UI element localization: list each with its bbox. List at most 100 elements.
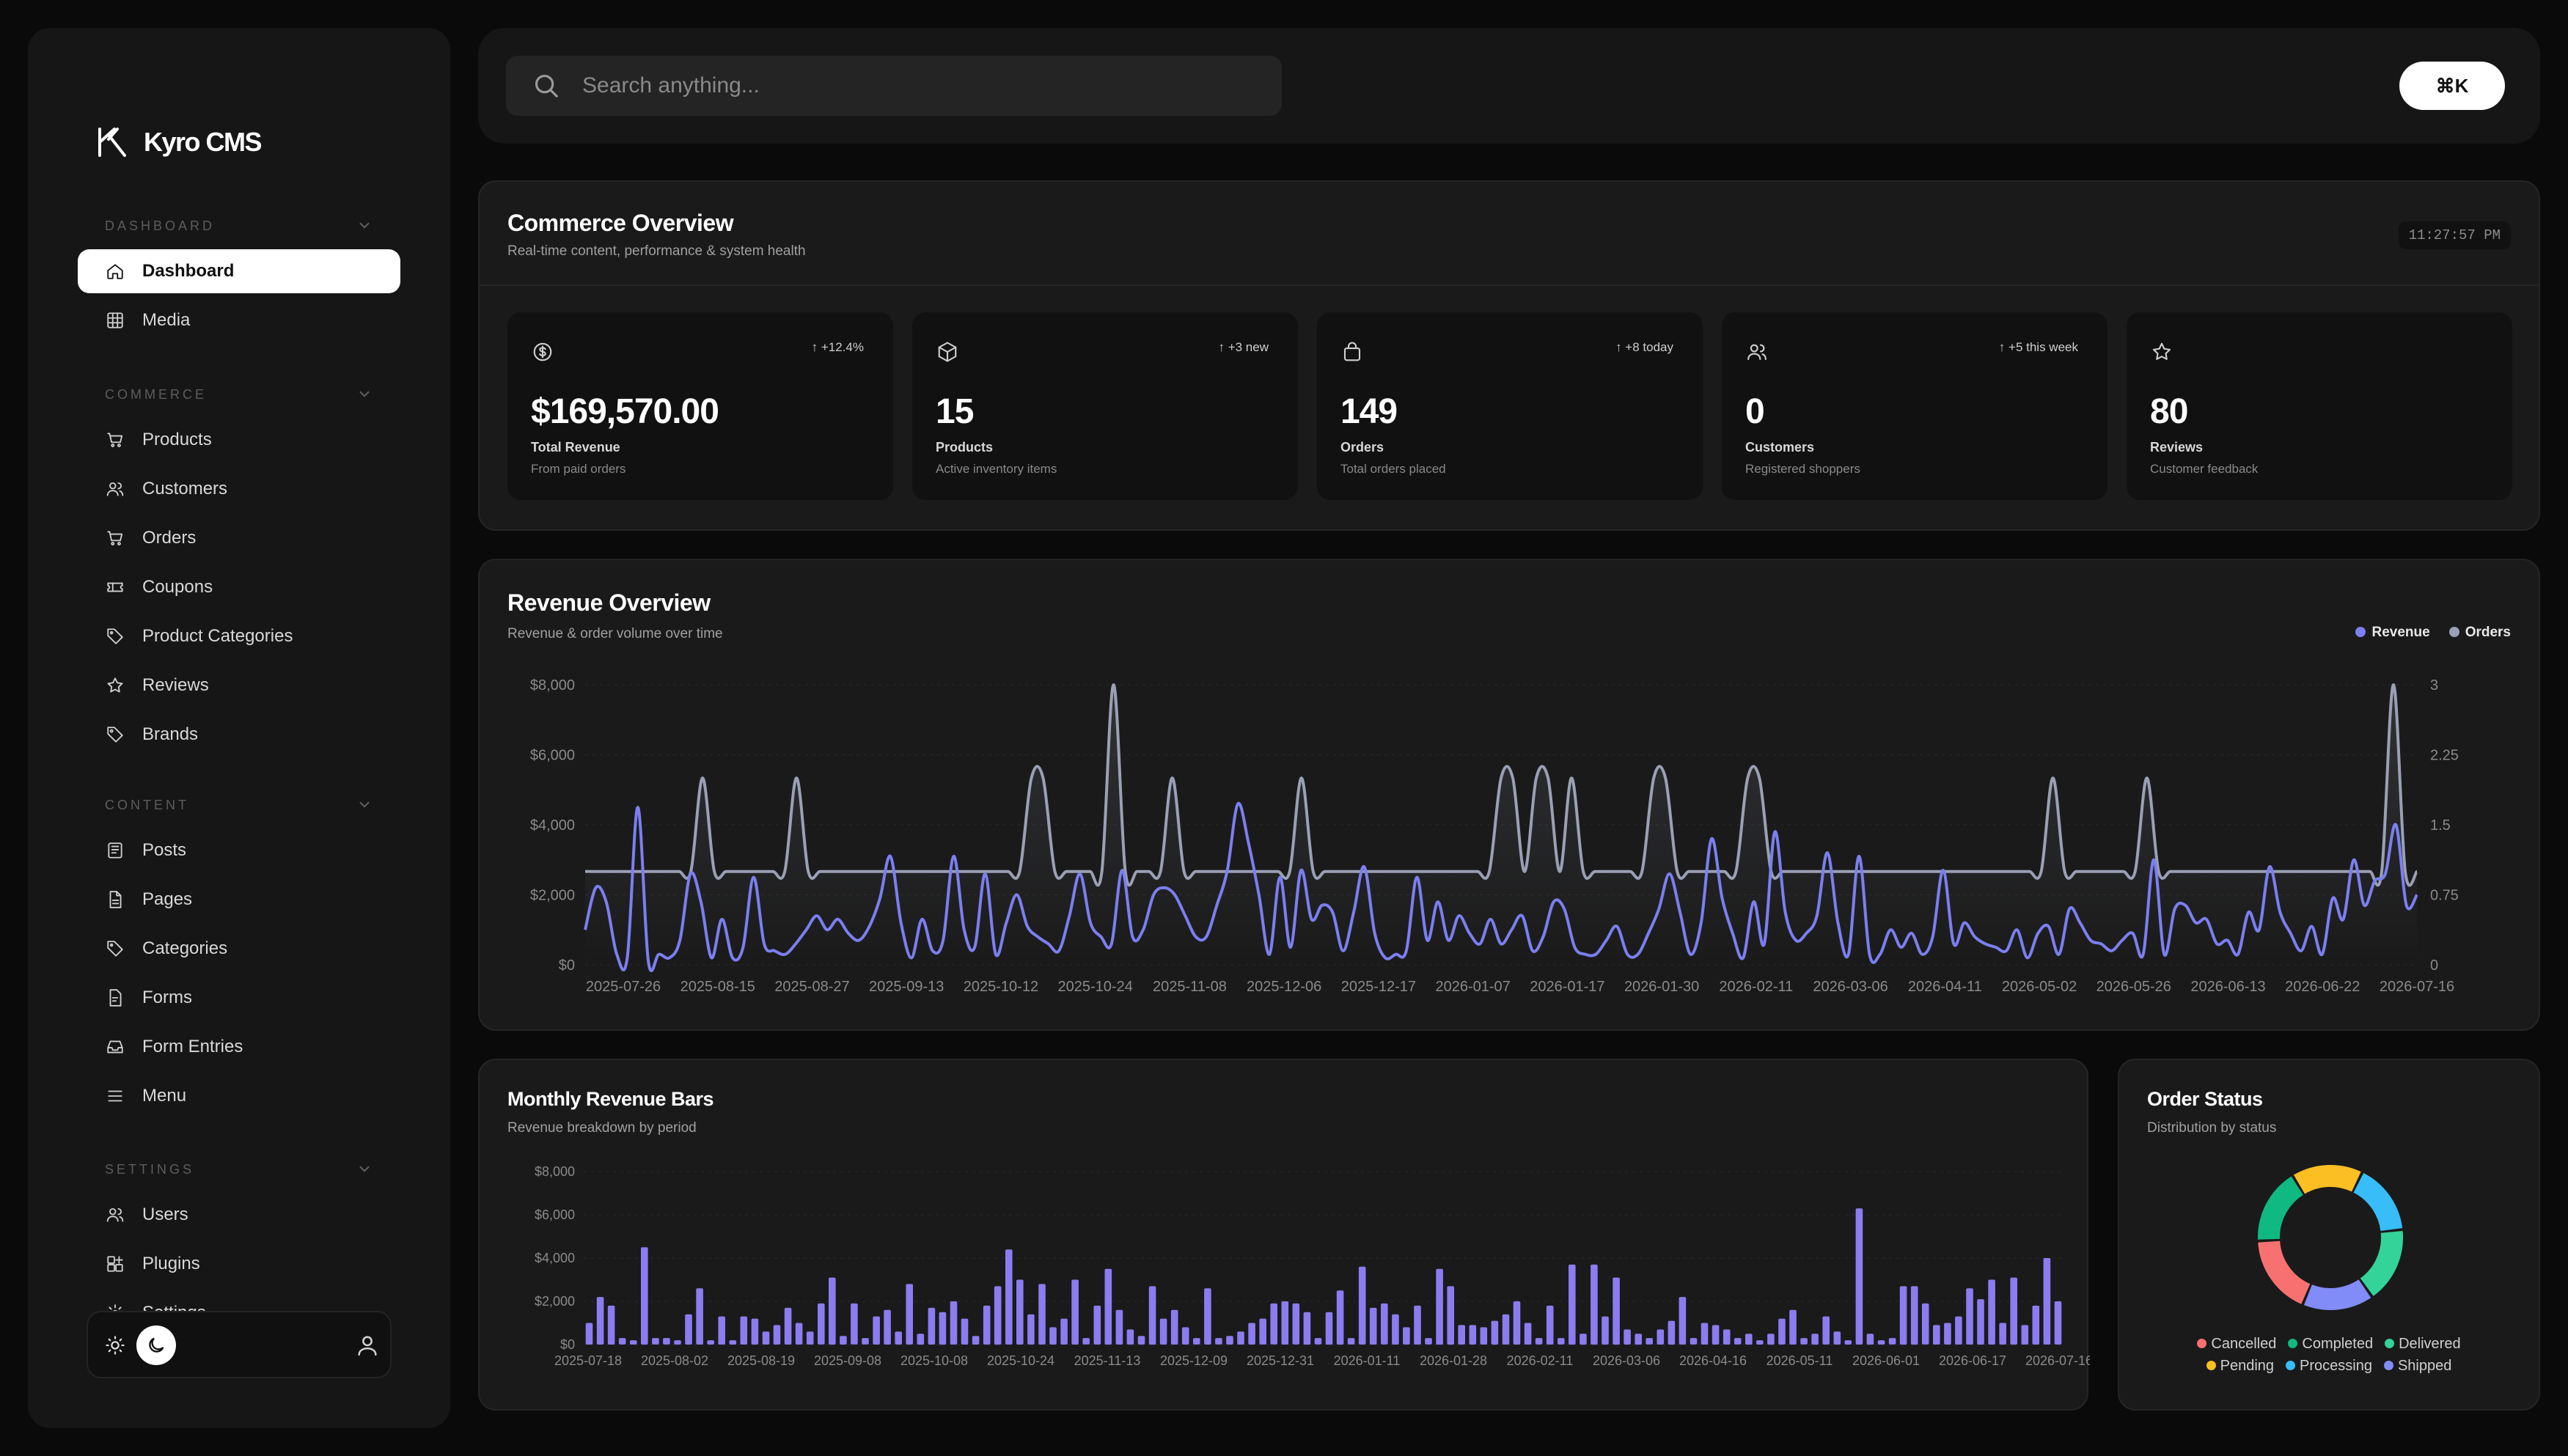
bar[interactable] xyxy=(1248,1323,1255,1345)
search-input[interactable] xyxy=(582,73,1242,98)
bar[interactable] xyxy=(1822,1316,1830,1345)
bar[interactable] xyxy=(718,1316,725,1345)
bar[interactable] xyxy=(851,1303,858,1345)
bar[interactable] xyxy=(729,1340,737,1345)
bar[interactable] xyxy=(1635,1334,1642,1345)
bar[interactable] xyxy=(585,1323,593,1345)
nav-section-header[interactable]: COMMERCE xyxy=(28,380,450,409)
bar[interactable] xyxy=(1811,1334,1819,1345)
bar[interactable] xyxy=(1259,1318,1266,1345)
bar[interactable] xyxy=(1226,1336,1233,1345)
bar[interactable] xyxy=(1888,1338,1896,1345)
bar[interactable] xyxy=(1381,1303,1388,1345)
bar[interactable] xyxy=(751,1318,759,1345)
bar[interactable] xyxy=(2043,1258,2051,1345)
bar[interactable] xyxy=(1403,1327,1410,1345)
bar[interactable] xyxy=(1060,1318,1068,1345)
bar[interactable] xyxy=(629,1340,637,1345)
bar[interactable] xyxy=(1558,1338,1565,1345)
sidebar-item-categories[interactable]: Categories xyxy=(78,927,400,971)
bar[interactable] xyxy=(1756,1340,1764,1345)
bar[interactable] xyxy=(1524,1323,1532,1345)
bar[interactable] xyxy=(961,1318,969,1345)
bar[interactable] xyxy=(1392,1314,1399,1345)
sidebar-item-form-entries[interactable]: Form Entries xyxy=(78,1025,400,1069)
legend-item-pending[interactable]: Pending xyxy=(2206,1355,2274,1377)
bar[interactable] xyxy=(795,1323,803,1345)
bar[interactable] xyxy=(1148,1286,1156,1345)
bar[interactable] xyxy=(1734,1338,1742,1345)
bar[interactable] xyxy=(1314,1338,1322,1345)
nav-section-header[interactable]: DASHBOARD xyxy=(28,211,450,240)
stat-card-total-revenue[interactable]: ↑ +12.4% $169,570.00 Total Revenue From pai… xyxy=(507,312,893,500)
bar[interactable] xyxy=(1005,1249,1013,1345)
bar[interactable] xyxy=(1977,1299,1984,1345)
bar[interactable] xyxy=(1502,1314,1510,1345)
bar[interactable] xyxy=(862,1338,869,1345)
bar[interactable] xyxy=(1944,1323,1951,1345)
legend-item-processing[interactable]: Processing xyxy=(2286,1355,2372,1377)
bar[interactable] xyxy=(1679,1297,1687,1345)
bar[interactable] xyxy=(1535,1338,1543,1345)
bar[interactable] xyxy=(873,1316,880,1345)
nav-section-header[interactable]: SETTINGS xyxy=(28,1155,450,1184)
bar[interactable] xyxy=(983,1305,991,1345)
bar[interactable] xyxy=(1469,1325,1477,1345)
bar[interactable] xyxy=(1646,1338,1653,1345)
bar[interactable] xyxy=(1789,1309,1797,1345)
bar[interactable] xyxy=(1999,1323,2006,1345)
bar[interactable] xyxy=(1303,1312,1311,1345)
bar[interactable] xyxy=(1425,1338,1432,1345)
bar[interactable] xyxy=(1921,1303,1929,1345)
bar[interactable] xyxy=(1866,1334,1874,1345)
bar[interactable] xyxy=(1513,1301,1521,1345)
bar[interactable] xyxy=(1602,1316,1609,1345)
donut-slice-pending[interactable] xyxy=(2293,1164,2361,1194)
bar[interactable] xyxy=(1126,1329,1134,1345)
sidebar-item-pages[interactable]: Pages xyxy=(78,878,400,922)
bar[interactable] xyxy=(1082,1338,1090,1345)
sidebar-item-plugins[interactable]: Plugins xyxy=(78,1242,400,1286)
bar[interactable] xyxy=(1193,1338,1200,1345)
bar[interactable] xyxy=(950,1301,958,1345)
bar[interactable] xyxy=(1767,1334,1775,1345)
sidebar-item-media[interactable]: Media xyxy=(78,298,400,342)
bar[interactable] xyxy=(1668,1320,1676,1345)
donut-slice-completed[interactable] xyxy=(2257,1176,2304,1240)
bar[interactable] xyxy=(762,1331,770,1345)
sidebar-item-customers[interactable]: Customers xyxy=(78,467,400,511)
bar[interactable] xyxy=(1933,1325,1940,1345)
legend-item-shipped[interactable]: Shipped xyxy=(2383,1355,2451,1377)
bar[interactable] xyxy=(1358,1266,1366,1345)
brand[interactable]: Kyro CMS xyxy=(95,125,263,160)
bar[interactable] xyxy=(1016,1279,1024,1345)
bar[interactable] xyxy=(1137,1336,1145,1345)
bar[interactable] xyxy=(1270,1303,1277,1345)
sidebar-item-menu[interactable]: Menu xyxy=(78,1074,400,1118)
sidebar-item-coupons[interactable]: Coupons xyxy=(78,565,400,609)
bar[interactable] xyxy=(1690,1338,1698,1345)
bar[interactable] xyxy=(994,1286,1002,1345)
bar[interactable] xyxy=(1170,1309,1178,1345)
bar[interactable] xyxy=(829,1277,836,1345)
bar[interactable] xyxy=(663,1338,670,1345)
bar[interactable] xyxy=(1071,1279,1079,1345)
bar[interactable] xyxy=(596,1297,604,1345)
legend-item-cancelled[interactable]: Cancelled xyxy=(2197,1333,2276,1355)
bar[interactable] xyxy=(1281,1301,1289,1345)
bar[interactable] xyxy=(1480,1327,1488,1345)
bar[interactable] xyxy=(939,1312,947,1345)
donut-slice-delivered[interactable] xyxy=(2360,1231,2404,1296)
bar[interactable] xyxy=(840,1336,847,1345)
bar[interactable] xyxy=(1215,1338,1222,1345)
bar[interactable] xyxy=(1855,1208,1863,1345)
bar[interactable] xyxy=(1038,1284,1046,1345)
bar[interactable] xyxy=(1712,1325,1720,1345)
sidebar-item-products[interactable]: Products xyxy=(78,418,400,462)
bar[interactable] xyxy=(2021,1325,2029,1345)
sidebar-item-orders[interactable]: Orders xyxy=(78,516,400,560)
sidebar-item-brands[interactable]: Brands xyxy=(78,713,400,757)
bar[interactable] xyxy=(1104,1268,1112,1345)
bar[interactable] xyxy=(1292,1303,1300,1345)
bar[interactable] xyxy=(1723,1329,1731,1345)
